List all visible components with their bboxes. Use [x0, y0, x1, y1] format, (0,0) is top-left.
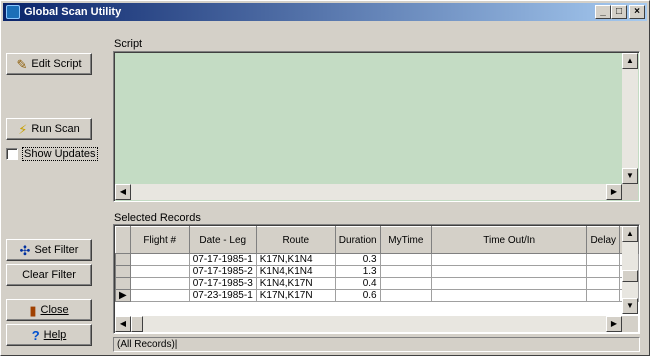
cell-flight[interactable] — [129, 253, 190, 266]
clear-filter-button[interactable]: Clear Filter — [6, 264, 92, 286]
column-header[interactable]: Route — [255, 226, 336, 254]
script-label: Script — [114, 38, 143, 50]
close-label: Close — [40, 304, 69, 316]
row-selector[interactable] — [115, 277, 131, 290]
show-updates-row: Show Updates — [6, 147, 98, 161]
row-selector-header — [115, 226, 131, 254]
run-scan-label: Run Scan — [31, 123, 80, 135]
app-icon — [6, 5, 20, 19]
cell-delay[interactable] — [586, 253, 621, 266]
table-header-row: Flight # Date - Leg Route Duration MyTim… — [115, 226, 639, 254]
status-bar: (All Records)| — [113, 337, 640, 352]
grid-vertical-scrollbar[interactable]: ▲ ▼ — [622, 226, 638, 314]
row-selector[interactable] — [115, 253, 131, 266]
cell-mytime[interactable] — [379, 289, 433, 302]
cell-route[interactable]: K1N4,K1N4 — [255, 265, 336, 278]
scroll-thumb[interactable] — [131, 316, 143, 332]
table-row[interactable]: 07-17-1985-2 K1N4,K1N4 1.3 S — [115, 265, 639, 278]
scroll-right-icon[interactable]: ▶ — [606, 316, 622, 332]
column-header[interactable]: Date - Leg — [188, 226, 257, 254]
filter-arrows-icon: ✣ — [19, 242, 31, 258]
scroll-down-icon[interactable]: ▼ — [622, 168, 638, 184]
cell-time-out-in[interactable] — [431, 253, 588, 266]
grid-horizontal-scrollbar[interactable]: ◀ ▶ — [115, 316, 622, 332]
question-icon: ? — [31, 327, 40, 343]
scroll-left-icon[interactable]: ◀ — [115, 184, 131, 200]
cell-time-out-in[interactable] — [431, 277, 588, 290]
table-row[interactable]: 07-17-1985-1 K17N,K1N4 0.3 S — [115, 253, 639, 266]
show-updates-label[interactable]: Show Updates — [22, 147, 98, 161]
pencil-icon: ✎ — [16, 56, 28, 72]
column-header[interactable]: Flight # — [129, 226, 190, 254]
cell-delay[interactable] — [586, 265, 621, 278]
cell-delay[interactable] — [586, 289, 621, 302]
row-selector[interactable] — [115, 265, 131, 278]
cell-duration[interactable]: 0.6 — [334, 289, 381, 302]
edit-script-label: Edit Script — [31, 58, 82, 70]
cell-date-leg[interactable]: 07-17-1985-3 — [188, 277, 257, 290]
selected-records-label: Selected Records — [114, 212, 201, 224]
set-filter-button[interactable]: ✣ Set Filter — [6, 239, 92, 261]
column-header[interactable]: Duration — [334, 226, 381, 254]
cell-duration[interactable]: 0.4 — [334, 277, 381, 290]
scroll-left-icon[interactable]: ◀ — [115, 316, 131, 332]
script-vertical-scrollbar[interactable]: ▲ ▼ — [622, 53, 638, 184]
cell-duration[interactable]: 0.3 — [334, 253, 381, 266]
cell-date-leg[interactable]: 07-17-1985-1 — [188, 253, 257, 266]
cell-flight[interactable] — [129, 289, 190, 302]
scroll-up-icon[interactable]: ▲ — [622, 53, 638, 69]
cell-date-leg[interactable]: 07-17-1985-2 — [188, 265, 257, 278]
window-controls: _ □ × — [595, 5, 645, 19]
cell-delay[interactable] — [586, 277, 621, 290]
set-filter-label: Set Filter — [34, 244, 79, 256]
show-updates-checkbox[interactable] — [6, 148, 18, 160]
help-label: Help — [43, 329, 67, 341]
column-header[interactable]: Delay — [586, 226, 621, 254]
cell-time-out-in[interactable] — [431, 265, 588, 278]
cell-flight[interactable] — [129, 265, 190, 278]
close-button[interactable]: ▮ Close — [6, 299, 92, 321]
script-horizontal-scrollbar[interactable]: ◀ ▶ — [115, 184, 622, 200]
title-bar[interactable]: Global Scan Utility _ □ × — [3, 3, 647, 21]
window-title: Global Scan Utility — [24, 6, 122, 18]
scroll-up-icon[interactable]: ▲ — [622, 226, 638, 242]
cell-date-leg[interactable]: 07-23-1985-1 — [188, 289, 257, 302]
help-button[interactable]: ? Help — [6, 324, 92, 346]
edit-script-button[interactable]: ✎ Edit Script — [6, 53, 92, 75]
main-window: Global Scan Utility _ □ × ✎ Edit Script … — [0, 0, 650, 356]
run-scan-button[interactable]: ⚡ Run Scan — [6, 118, 92, 140]
column-header[interactable]: MyTime — [379, 226, 433, 254]
scroll-right-icon[interactable]: ▶ — [606, 184, 622, 200]
script-editor[interactable]: ▲ ▼ ◀ ▶ — [113, 51, 640, 202]
scroll-corner — [622, 184, 638, 200]
records-grid[interactable]: Flight # Date - Leg Route Duration MyTim… — [113, 224, 640, 334]
cell-mytime[interactable] — [379, 277, 433, 290]
cell-duration[interactable]: 1.3 — [334, 265, 381, 278]
cell-route[interactable]: K17N,K17N — [255, 289, 336, 302]
close-window-button[interactable]: × — [629, 5, 645, 19]
table-row[interactable]: ▶ 07-23-1985-1 K17N,K17N 0.6 S — [115, 289, 639, 302]
clear-filter-label: Clear Filter — [22, 269, 76, 281]
lightning-icon: ⚡ — [18, 121, 28, 137]
door-icon: ▮ — [29, 302, 37, 318]
column-header[interactable]: Time Out/In — [431, 226, 588, 254]
scroll-down-icon[interactable]: ▼ — [622, 298, 638, 314]
scroll-corner — [622, 316, 638, 332]
cell-route[interactable]: K1N4,K17N — [255, 277, 336, 290]
minimize-button[interactable]: _ — [595, 5, 611, 19]
table-row[interactable]: 07-17-1985-3 K1N4,K17N 0.4 S — [115, 277, 639, 290]
cell-mytime[interactable] — [379, 253, 433, 266]
cell-time-out-in[interactable] — [431, 289, 588, 302]
cell-route[interactable]: K17N,K1N4 — [255, 253, 336, 266]
row-selector[interactable]: ▶ — [115, 289, 131, 302]
scroll-thumb[interactable] — [622, 270, 638, 282]
records-table: Flight # Date - Leg Route Duration MyTim… — [115, 226, 639, 302]
cell-flight[interactable] — [129, 277, 190, 290]
maximize-button[interactable]: □ — [611, 5, 627, 19]
cell-mytime[interactable] — [379, 265, 433, 278]
